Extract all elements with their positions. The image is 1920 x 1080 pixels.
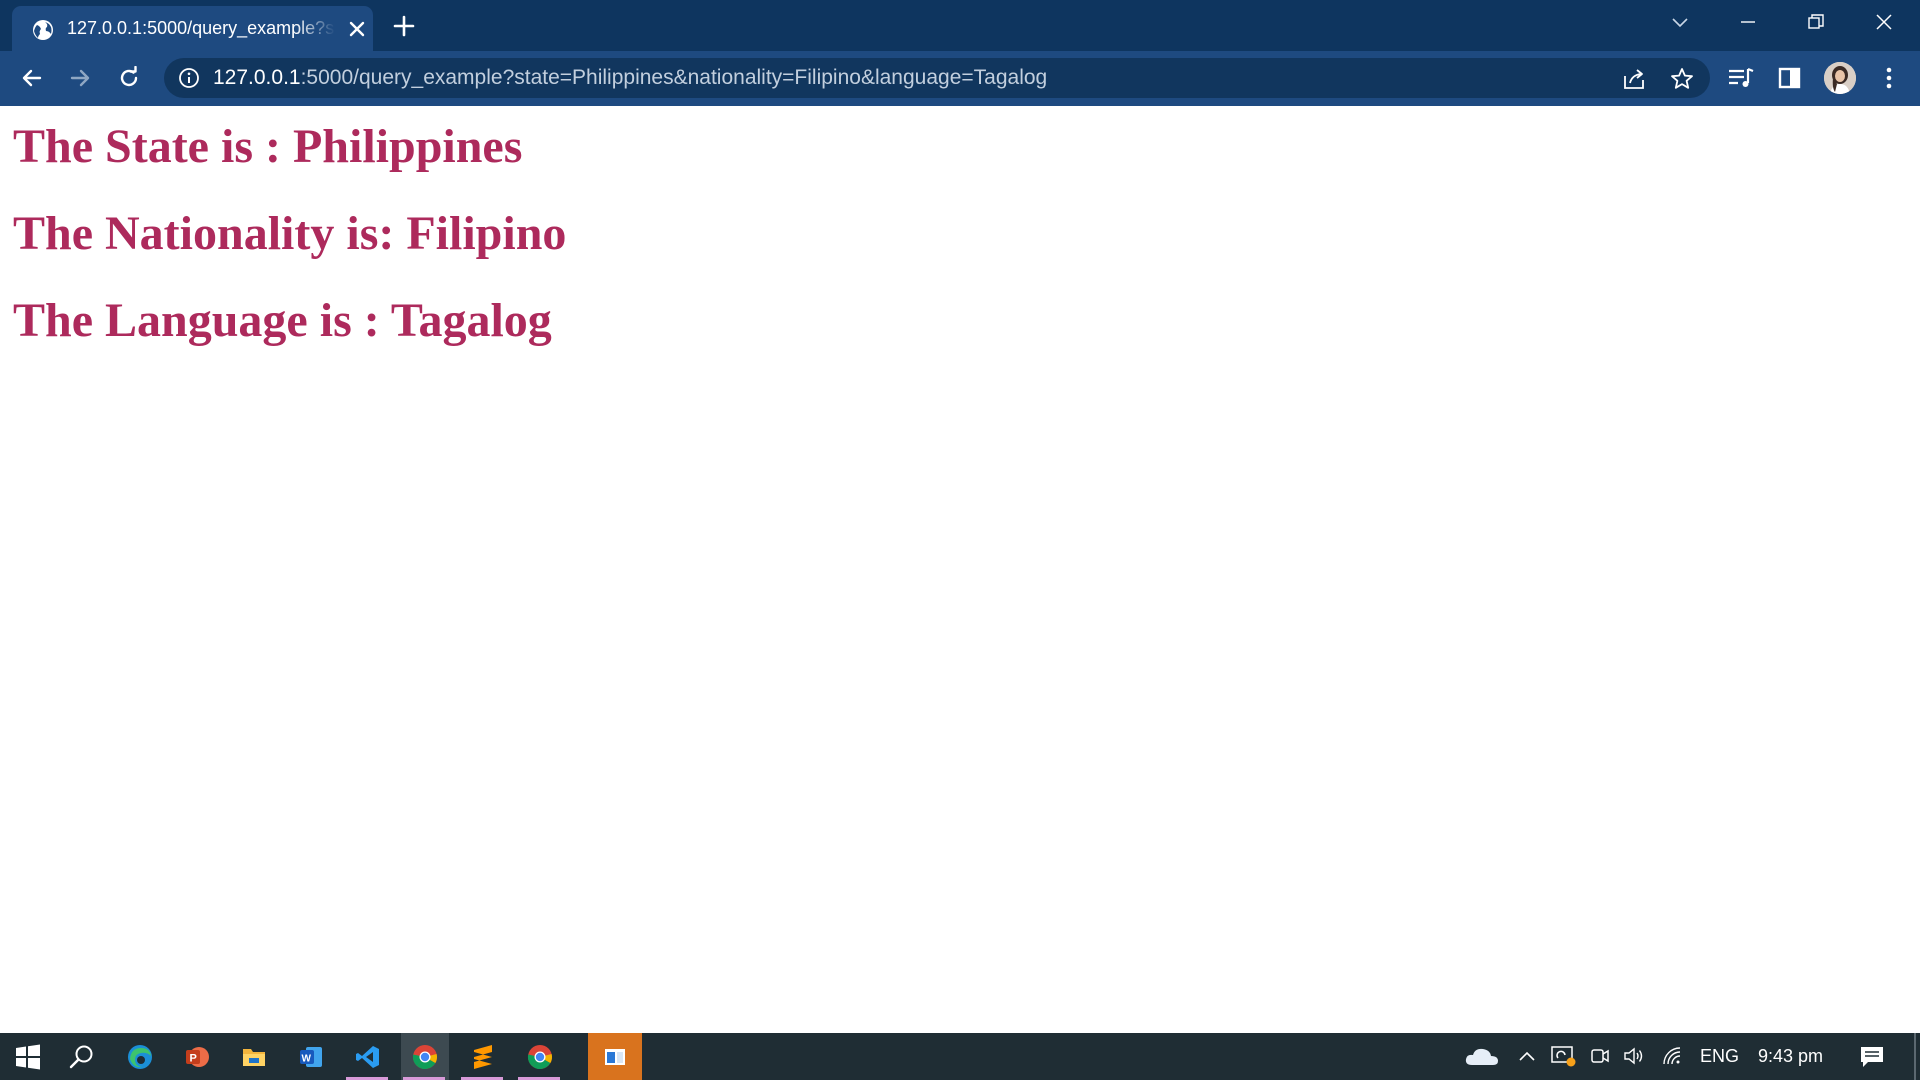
page-content: The State is : Philippines The Nationali… <box>0 106 1920 1033</box>
taskbar-app-powerpoint[interactable]: P <box>173 1033 219 1080</box>
language-heading: The Language is : Tagalog <box>13 294 552 347</box>
chrome-icon <box>527 1045 552 1070</box>
chevron-down-icon <box>1672 18 1688 28</box>
chevron-up-icon[interactable] <box>1516 1045 1538 1067</box>
speaker-icon[interactable] <box>1623 1045 1645 1067</box>
globe-icon <box>32 19 54 41</box>
update-notification-icon[interactable] <box>1550 1045 1576 1067</box>
forward-button[interactable] <box>63 61 97 95</box>
word-icon: W <box>300 1047 322 1067</box>
tab-title-fade <box>295 16 335 40</box>
svg-text:P: P <box>190 1053 197 1065</box>
onedrive-cloud-icon[interactable] <box>1464 1045 1500 1067</box>
taskbar-app-file-explorer[interactable] <box>230 1033 276 1080</box>
restore-icon <box>1808 14 1824 29</box>
action-center-icon[interactable] <box>1859 1045 1885 1067</box>
new-tab-plus-icon[interactable] <box>392 14 416 38</box>
taskbar-app-photos[interactable] <box>588 1033 642 1080</box>
windows-logo-icon <box>16 1044 40 1070</box>
restore-button[interactable] <box>1782 0 1850 44</box>
site-info-icon[interactable] <box>178 67 200 89</box>
taskbar-app-chrome-second[interactable] <box>516 1033 562 1080</box>
profile-avatar[interactable] <box>1824 62 1856 94</box>
chrome-icon <box>412 1045 437 1070</box>
reload-icon <box>120 66 138 87</box>
powerpoint-icon: P <box>186 1047 209 1067</box>
tab-title: 127.0.0.1:5000/query_example?st <box>67 16 335 40</box>
start-button[interactable] <box>4 1033 50 1080</box>
nationality-heading: The Nationality is: Filipino <box>13 207 567 260</box>
taskbar-app-vscode[interactable] <box>344 1033 390 1080</box>
more-menu-icon[interactable] <box>1874 63 1904 93</box>
tab-search-button[interactable] <box>1646 0 1714 44</box>
arrow-right-icon <box>70 69 90 87</box>
window-app-icon <box>605 1049 625 1065</box>
url-host: 127.0.0.1 <box>213 66 301 89</box>
camera-icon[interactable] <box>1589 1045 1611 1067</box>
input-language-indicator[interactable]: ENG <box>1700 1045 1739 1067</box>
reload-button[interactable] <box>112 61 146 95</box>
close-tab-icon[interactable] <box>347 19 367 39</box>
taskbar-search-button[interactable] <box>58 1033 104 1080</box>
taskbar-app-edge[interactable] <box>116 1033 162 1080</box>
bookmark-star-icon[interactable] <box>1669 66 1695 92</box>
wifi-icon[interactable] <box>1661 1045 1683 1067</box>
media-controls-icon[interactable] <box>1726 63 1756 93</box>
taskbar-app-chrome-active[interactable] <box>401 1033 449 1080</box>
browser-toolbar: 127.0.0.1:5000/query_example?state=Phili… <box>0 51 1920 106</box>
svg-text:W: W <box>302 1054 312 1065</box>
vscode-icon <box>356 1046 379 1068</box>
close-window-button[interactable] <box>1850 0 1918 44</box>
minimize-icon <box>1741 21 1755 23</box>
share-icon[interactable] <box>1621 66 1647 92</box>
url-path: :5000/query_example?state=Philippines&na… <box>300 66 1048 89</box>
browser-tab-active[interactable]: 127.0.0.1:5000/query_example?st <box>12 6 373 51</box>
folder-icon <box>243 1049 265 1066</box>
close-icon <box>1876 14 1892 30</box>
sublime-text-icon <box>474 1045 492 1069</box>
taskbar-app-sublime[interactable] <box>459 1033 505 1080</box>
windows-taskbar: P W ENG 9:43 pm <box>0 1033 1920 1080</box>
url-text[interactable]: 127.0.0.1:5000/query_example?state=Phili… <box>213 66 1047 90</box>
arrow-left-icon <box>22 69 42 87</box>
back-button[interactable] <box>15 61 49 95</box>
show-desktop-button[interactable] <box>1914 1033 1916 1080</box>
search-icon <box>69 1045 93 1069</box>
state-heading: The State is : Philippines <box>13 120 523 173</box>
edge-icon <box>128 1045 152 1069</box>
clock-time[interactable]: 9:43 pm <box>1758 1045 1823 1067</box>
browser-tab-strip: 127.0.0.1:5000/query_example?st <box>0 0 1920 51</box>
minimize-button[interactable] <box>1714 0 1782 44</box>
side-panel-icon[interactable] <box>1775 63 1805 93</box>
address-bar[interactable]: 127.0.0.1:5000/query_example?state=Phili… <box>164 58 1710 98</box>
taskbar-app-word[interactable]: W <box>287 1033 333 1080</box>
